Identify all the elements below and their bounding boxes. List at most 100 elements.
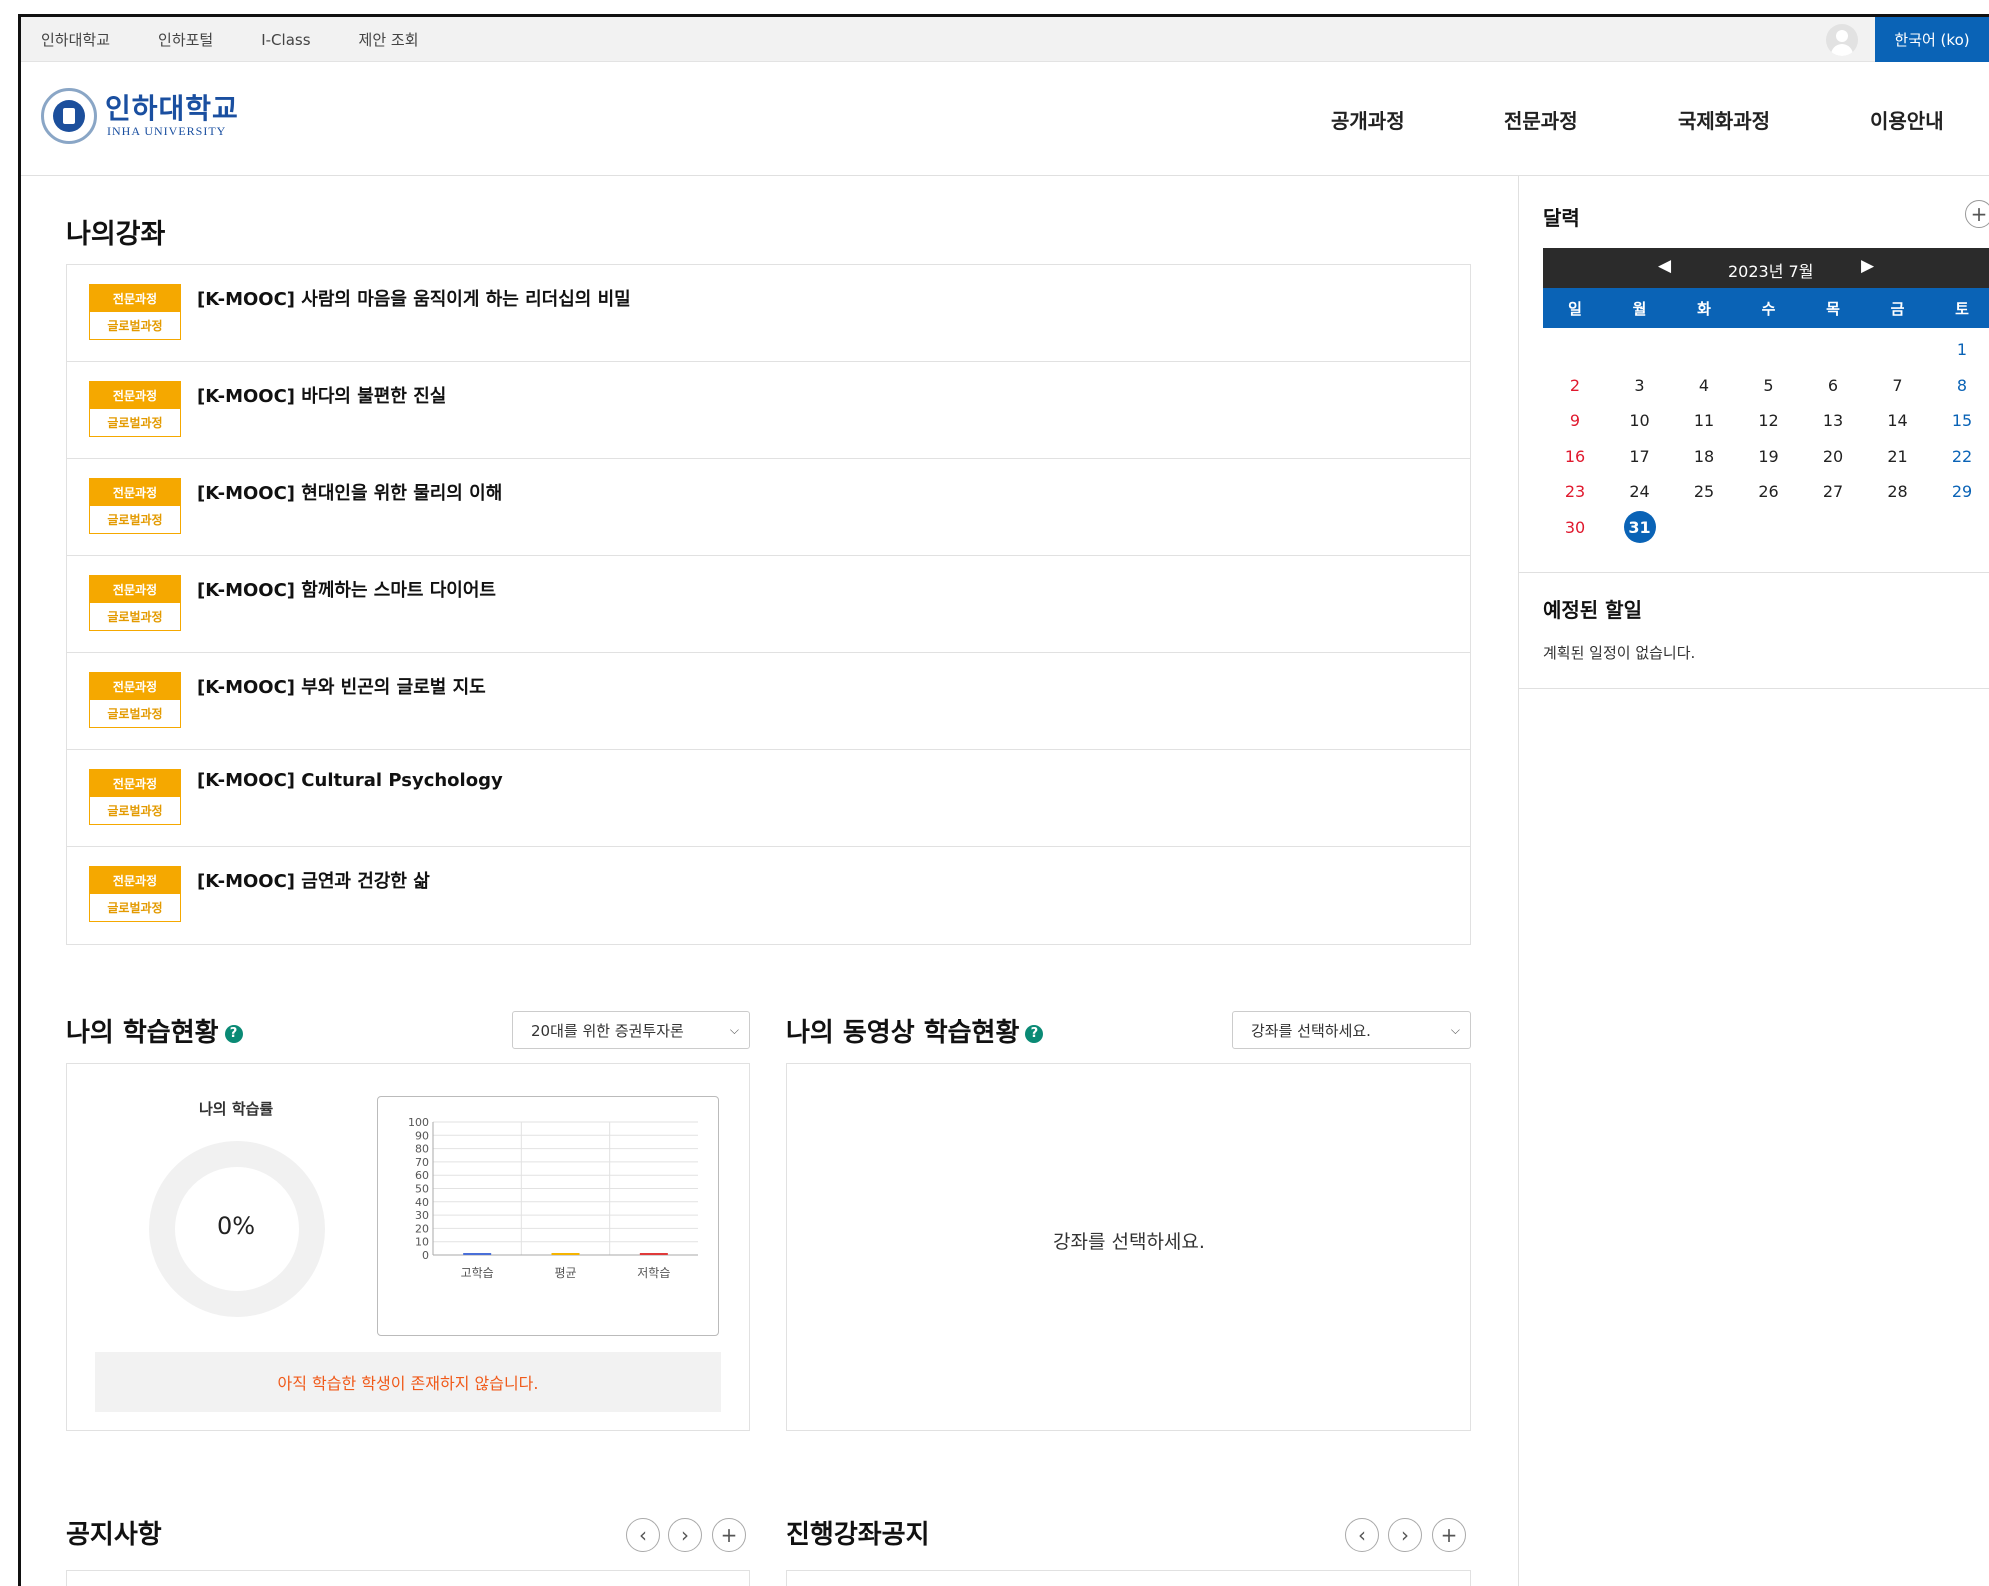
calendar-day[interactable]: 21: [1866, 447, 1930, 466]
calendar-day[interactable]: 31: [1608, 518, 1672, 537]
calendar-day[interactable]: 30: [1543, 518, 1607, 537]
calendar-day[interactable]: 3: [1608, 376, 1672, 395]
chart-y-tick-label: 80: [415, 1143, 429, 1156]
course-item[interactable]: 전문과정 글로벌과정 [K-MOOC] 현대인을 위한 물리의 이해: [67, 459, 1470, 556]
course-title-link[interactable]: [K-MOOC] 금연과 건강한 삶: [197, 867, 430, 893]
calendar-weekday: 월: [1632, 300, 1647, 318]
calendar-weekday: 금: [1890, 300, 1905, 318]
calendar-next-month-icon[interactable]: ▶: [1861, 256, 1874, 276]
course-title-link[interactable]: [K-MOOC] 부와 빈곤의 글로벌 지도: [197, 673, 486, 699]
notices-add-button[interactable]: +: [712, 1518, 746, 1552]
course-tag-group: 전문과정 글로벌과정: [89, 284, 181, 340]
course-tag-group: 전문과정 글로벌과정: [89, 478, 181, 534]
calendar-day[interactable]: 8: [1930, 376, 1989, 395]
course-title-link[interactable]: [K-MOOC] 사람의 마음을 움직이게 하는 리더십의 비밀: [197, 285, 631, 311]
course-notices-next-button[interactable]: ›: [1388, 1518, 1422, 1552]
nav-international-courses[interactable]: 국제화과정: [1678, 105, 1770, 134]
calendar-day[interactable]: 17: [1608, 447, 1672, 466]
course-title-link[interactable]: [K-MOOC] 함께하는 스마트 다이어트: [197, 576, 496, 602]
course-tag-professional: 전문과정: [89, 866, 181, 894]
course-title-link[interactable]: [K-MOOC] 현대인을 위한 물리의 이해: [197, 479, 502, 505]
window-frame-left: [18, 14, 21, 1586]
utility-link-inha[interactable]: 인하대학교: [41, 29, 110, 50]
chart-y-tick-label: 30: [415, 1209, 429, 1222]
university-logo[interactable]: 인하대학교 INHA UNIVERSITY: [41, 88, 239, 144]
calendar-day[interactable]: 7: [1866, 376, 1930, 395]
notices-prev-button[interactable]: ‹: [626, 1518, 660, 1552]
calendar-day[interactable]: 11: [1672, 411, 1736, 430]
calendar-day[interactable]: 27: [1801, 482, 1865, 501]
calendar-day[interactable]: 28: [1866, 482, 1930, 501]
calendar-day[interactable]: 15: [1930, 411, 1989, 430]
chart-x-tick-label: 평균: [554, 1266, 576, 1280]
calendar-day[interactable]: 14: [1866, 411, 1930, 430]
learning-bar-chart: 0102030405060708090100 고학습 평균 저학습: [408, 1116, 698, 1280]
calendar-day[interactable]: 29: [1930, 482, 1989, 501]
course-notices-title: 진행강좌공지: [786, 1520, 930, 1550]
utility-link-portal[interactable]: 인하포털: [158, 29, 213, 50]
calendar-day[interactable]: 25: [1672, 482, 1736, 501]
course-item[interactable]: 전문과정 글로벌과정 [K-MOOC] Cultural Psychology: [67, 750, 1470, 847]
logo-text-korean: 인하대학교: [105, 91, 239, 125]
course-item[interactable]: 전문과정 글로벌과정 [K-MOOC] 부와 빈곤의 글로벌 지도: [67, 653, 1470, 750]
chart-y-tick-label: 90: [415, 1129, 429, 1142]
calendar-day[interactable]: 19: [1737, 447, 1801, 466]
chart-y-tick-label: 50: [415, 1183, 429, 1196]
nav-guide[interactable]: 이용안내: [1870, 105, 1944, 134]
nav-open-courses[interactable]: 공개과정: [1331, 105, 1405, 134]
course-item[interactable]: 전문과정 글로벌과정 [K-MOOC] 함께하는 스마트 다이어트: [67, 556, 1470, 653]
calendar-day[interactable]: 24: [1608, 482, 1672, 501]
utility-link-iclass[interactable]: I-Class: [261, 31, 310, 49]
video-course-select-dropdown[interactable]: 강좌를 선택하세요. ⌵: [1232, 1011, 1471, 1049]
course-tag-group: 전문과정 글로벌과정: [89, 575, 181, 631]
calendar-weekday: 일: [1568, 300, 1582, 318]
course-item[interactable]: 전문과정 글로벌과정 [K-MOOC] 금연과 건강한 삶: [67, 847, 1470, 944]
utility-link-proposal[interactable]: 제안 조회: [359, 29, 419, 50]
calendar-day[interactable]: 23: [1543, 482, 1607, 501]
chart-bar: [551, 1253, 580, 1255]
course-tag-professional: 전문과정: [89, 381, 181, 409]
language-select-button[interactable]: 한국어 (ko): [1875, 17, 1989, 62]
nav-professional-courses[interactable]: 전문과정: [1504, 105, 1578, 134]
chart-y-tick-label: 70: [415, 1156, 429, 1169]
course-tag-group: 전문과정 글로벌과정: [89, 381, 181, 437]
calendar-weekday: 토: [1955, 300, 1969, 318]
help-icon[interactable]: ?: [224, 1024, 243, 1043]
help-icon[interactable]: ?: [1025, 1024, 1044, 1043]
calendar-add-button[interactable]: +: [1965, 200, 1989, 228]
calendar-day[interactable]: 4: [1672, 376, 1736, 395]
course-title-link[interactable]: [K-MOOC] Cultural Psychology: [197, 770, 503, 791]
calendar-title: 달력: [1543, 206, 1580, 230]
course-tag-professional: 전문과정: [89, 672, 181, 700]
calendar-day[interactable]: 9: [1543, 411, 1607, 430]
calendar-day[interactable]: 13: [1801, 411, 1865, 430]
utility-links: 인하대학교 인하포털 I-Class 제안 조회: [41, 17, 419, 62]
course-item[interactable]: 전문과정 글로벌과정 [K-MOOC] 바다의 불편한 진실: [67, 362, 1470, 459]
course-notices-panel: [786, 1570, 1471, 1586]
calendar-day[interactable]: 2: [1543, 376, 1607, 395]
course-list: 전문과정 글로벌과정 [K-MOOC] 사람의 마음을 움직이게 하는 리더십의 비…: [66, 264, 1471, 945]
calendar-day[interactable]: 16: [1543, 447, 1607, 466]
calendar-day[interactable]: 1: [1930, 340, 1989, 359]
calendar-day[interactable]: 5: [1737, 376, 1801, 395]
calendar-day[interactable]: 26: [1737, 482, 1801, 501]
calendar-day[interactable]: 6: [1801, 376, 1865, 395]
calendar-prev-month-icon[interactable]: ◀: [1658, 256, 1671, 276]
course-select-dropdown[interactable]: 20대를 위한 증권투자론 ⌵: [512, 1011, 750, 1049]
calendar-day[interactable]: 22: [1930, 447, 1989, 466]
course-notices-prev-button[interactable]: ‹: [1345, 1518, 1379, 1552]
course-item[interactable]: 전문과정 글로벌과정 [K-MOOC] 사람의 마음을 움직이게 하는 리더십의 비…: [67, 265, 1470, 362]
calendar-day[interactable]: 20: [1801, 447, 1865, 466]
course-notices-add-button[interactable]: +: [1432, 1518, 1466, 1552]
calendar-day[interactable]: 10: [1608, 411, 1672, 430]
course-tag-group: 전문과정 글로벌과정: [89, 866, 181, 922]
user-avatar-icon[interactable]: [1826, 24, 1858, 56]
right-sidebar: 달력 + ◀ 2023년 7월 ▶ 일월화수목금토 1 2 3 4 5 6 7 8 9 10 11 1…: [1518, 176, 1989, 1586]
course-title-link[interactable]: [K-MOOC] 바다의 불편한 진실: [197, 382, 446, 408]
calendar-day[interactable]: 18: [1672, 447, 1736, 466]
calendar-day[interactable]: 12: [1737, 411, 1801, 430]
course-tag-global: 글로벌과정: [89, 506, 181, 534]
course-tag-professional: 전문과정: [89, 478, 181, 506]
notices-next-button[interactable]: ›: [668, 1518, 702, 1552]
video-empty-message: 강좌를 선택하세요.: [1053, 1231, 1205, 1253]
